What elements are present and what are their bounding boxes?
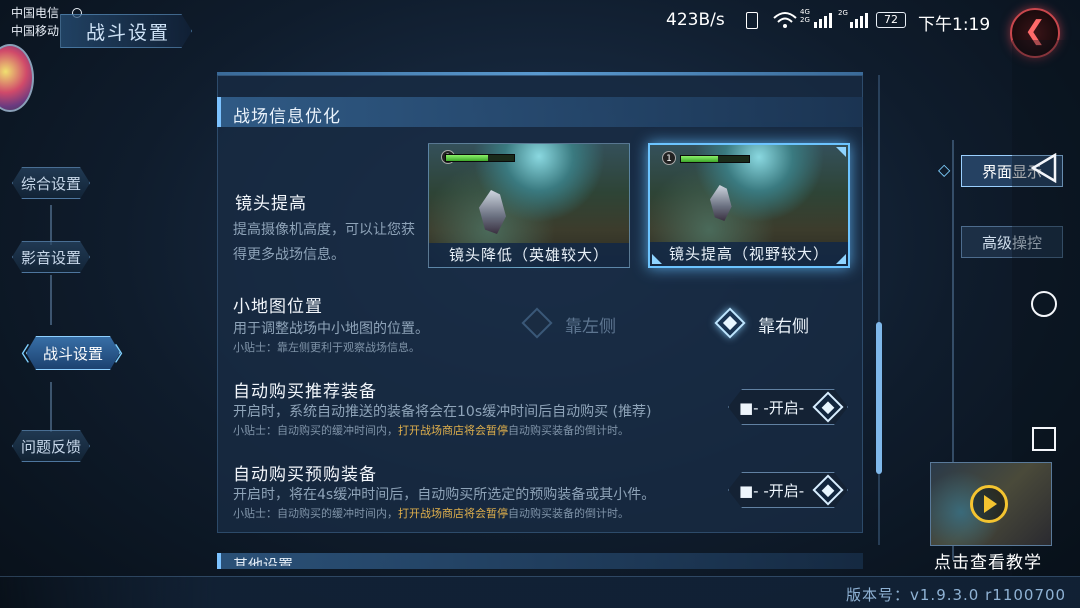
tutorial-video-label[interactable]: 点击查看教学 (934, 548, 1042, 573)
hero-figure (710, 185, 732, 221)
nav-item-audio-video[interactable]: 影音设置 (12, 241, 90, 273)
radio-dot-icon (722, 315, 738, 331)
net-speed: 423B/s (666, 10, 725, 30)
next-section-title: 其他设置 (233, 556, 294, 566)
nav-item-label: 综合设置 (20, 174, 81, 193)
selected-corner-icon (836, 254, 846, 264)
bracket-right-icon: 〉 (114, 342, 134, 366)
signal-icon-2 (850, 13, 868, 28)
section-title: 战场信息优化 (233, 107, 341, 127)
scrollbar-track[interactable] (878, 75, 880, 545)
nav-item-label: 影音设置 (20, 248, 81, 267)
battery-icon: 72 (876, 12, 906, 28)
camera-high-caption: 镜头提高（视野较大） (650, 242, 848, 266)
carrier-2: 中国移动 (11, 24, 60, 38)
auto-buy-recommended-toggle[interactable]: ■- -开启- (728, 389, 848, 425)
nav-item-label: 战斗设置 (42, 344, 103, 363)
nav-item-feedback[interactable]: 问题反馈 (12, 430, 90, 462)
hp-bar (445, 154, 515, 162)
hp-bar (680, 155, 750, 163)
nav-connector (50, 275, 52, 325)
scrollbar-thumb[interactable] (876, 322, 882, 474)
auto-buy-preorder-tip: 小贴士：自动购买的缓冲时间内，打开战场商店将会暂停自动购买装备的倒计时。 (233, 507, 629, 520)
nav-connector (50, 382, 52, 432)
tip-highlight: 打开战场商店将会暂停 (398, 507, 508, 520)
minimap-desc: 用于调整战场中小地图的位置。 (233, 321, 429, 337)
minimap-tip: 小贴士：靠左侧更利于观察战场信息。 (233, 341, 420, 354)
hero-figure (479, 190, 506, 234)
toggle-knob-icon (812, 391, 843, 422)
network-badge-2: 2G (838, 9, 848, 17)
nav-connector (50, 205, 52, 245)
vibrate-icon (746, 12, 758, 29)
camera-low-option[interactable]: 1 镜头降低（英雄较大） (428, 143, 630, 268)
minimap-right-label[interactable]: 靠右侧 (758, 312, 809, 337)
avatar[interactable] (0, 44, 34, 112)
camera-title: 镜头提高 (235, 194, 307, 214)
tab-indicator-icon: ◇ (938, 160, 951, 179)
hp-fill (446, 155, 489, 161)
nav-item-general[interactable]: 综合设置 (12, 167, 90, 199)
toggle-label: ■- -开启- (739, 399, 805, 417)
signal-icon-1 (814, 13, 832, 28)
camera-low-caption: 镜头降低（英雄较大） (429, 243, 629, 267)
selected-corner-icon (652, 254, 662, 264)
camera-high-option[interactable]: 1 镜头提高（视野较大） (648, 143, 850, 268)
nav-recents-icon[interactable] (1032, 427, 1056, 451)
wifi-icon (773, 12, 797, 28)
selected-corner-icon (836, 147, 846, 157)
camera-desc-line2: 得更多战场信息。 (233, 247, 345, 263)
version-label: 版本号：v1.9.3.0 r1100700 (846, 586, 1067, 604)
nav-back-icon[interactable] (1030, 153, 1058, 183)
tip-highlight: 打开战场商店将会暂停 (398, 424, 508, 437)
level-badge: 1 (662, 151, 676, 165)
nav-item-battle[interactable]: 战斗设置 (26, 336, 120, 370)
nav-item-label: 问题反馈 (20, 437, 81, 456)
minimap-title: 小地图位置 (233, 297, 323, 317)
auto-buy-preorder-toggle[interactable]: ■- -开启- (728, 472, 848, 508)
auto-buy-preorder-desc: 开启时，将在4s缓冲时间后，自动购买所选定的预购装备或其小件。 (233, 487, 656, 503)
clock: 下午1:19 (918, 15, 991, 35)
auto-buy-recommended-tip: 小贴士：自动购买的缓冲时间内，打开战场商店将会暂停自动购买装备的倒计时。 (233, 424, 629, 437)
page-title: 战斗设置 (86, 22, 171, 44)
play-triangle-icon (984, 495, 997, 513)
minimap-left-label[interactable]: 靠左侧 (565, 312, 616, 337)
toggle-knob-icon (812, 474, 843, 505)
auto-buy-recommended-title: 自动购买推荐装备 (233, 382, 377, 402)
next-section-header (217, 553, 863, 569)
nav-home-icon[interactable] (1031, 291, 1057, 317)
auto-buy-recommended-desc: 开启时，系统自动推送的装备将会在10s缓冲时间后自动购买 (推荐) (233, 404, 652, 420)
toggle-label: ■- -开启- (739, 482, 805, 500)
camera-desc-line1: 提高摄像机高度，可以让您获 (233, 222, 415, 238)
auto-buy-preorder-title: 自动购买预购装备 (233, 465, 377, 485)
network-badge-1: 4G 2G (800, 8, 810, 24)
hp-fill (681, 156, 719, 162)
carrier-1: 中国电信 (11, 6, 60, 20)
